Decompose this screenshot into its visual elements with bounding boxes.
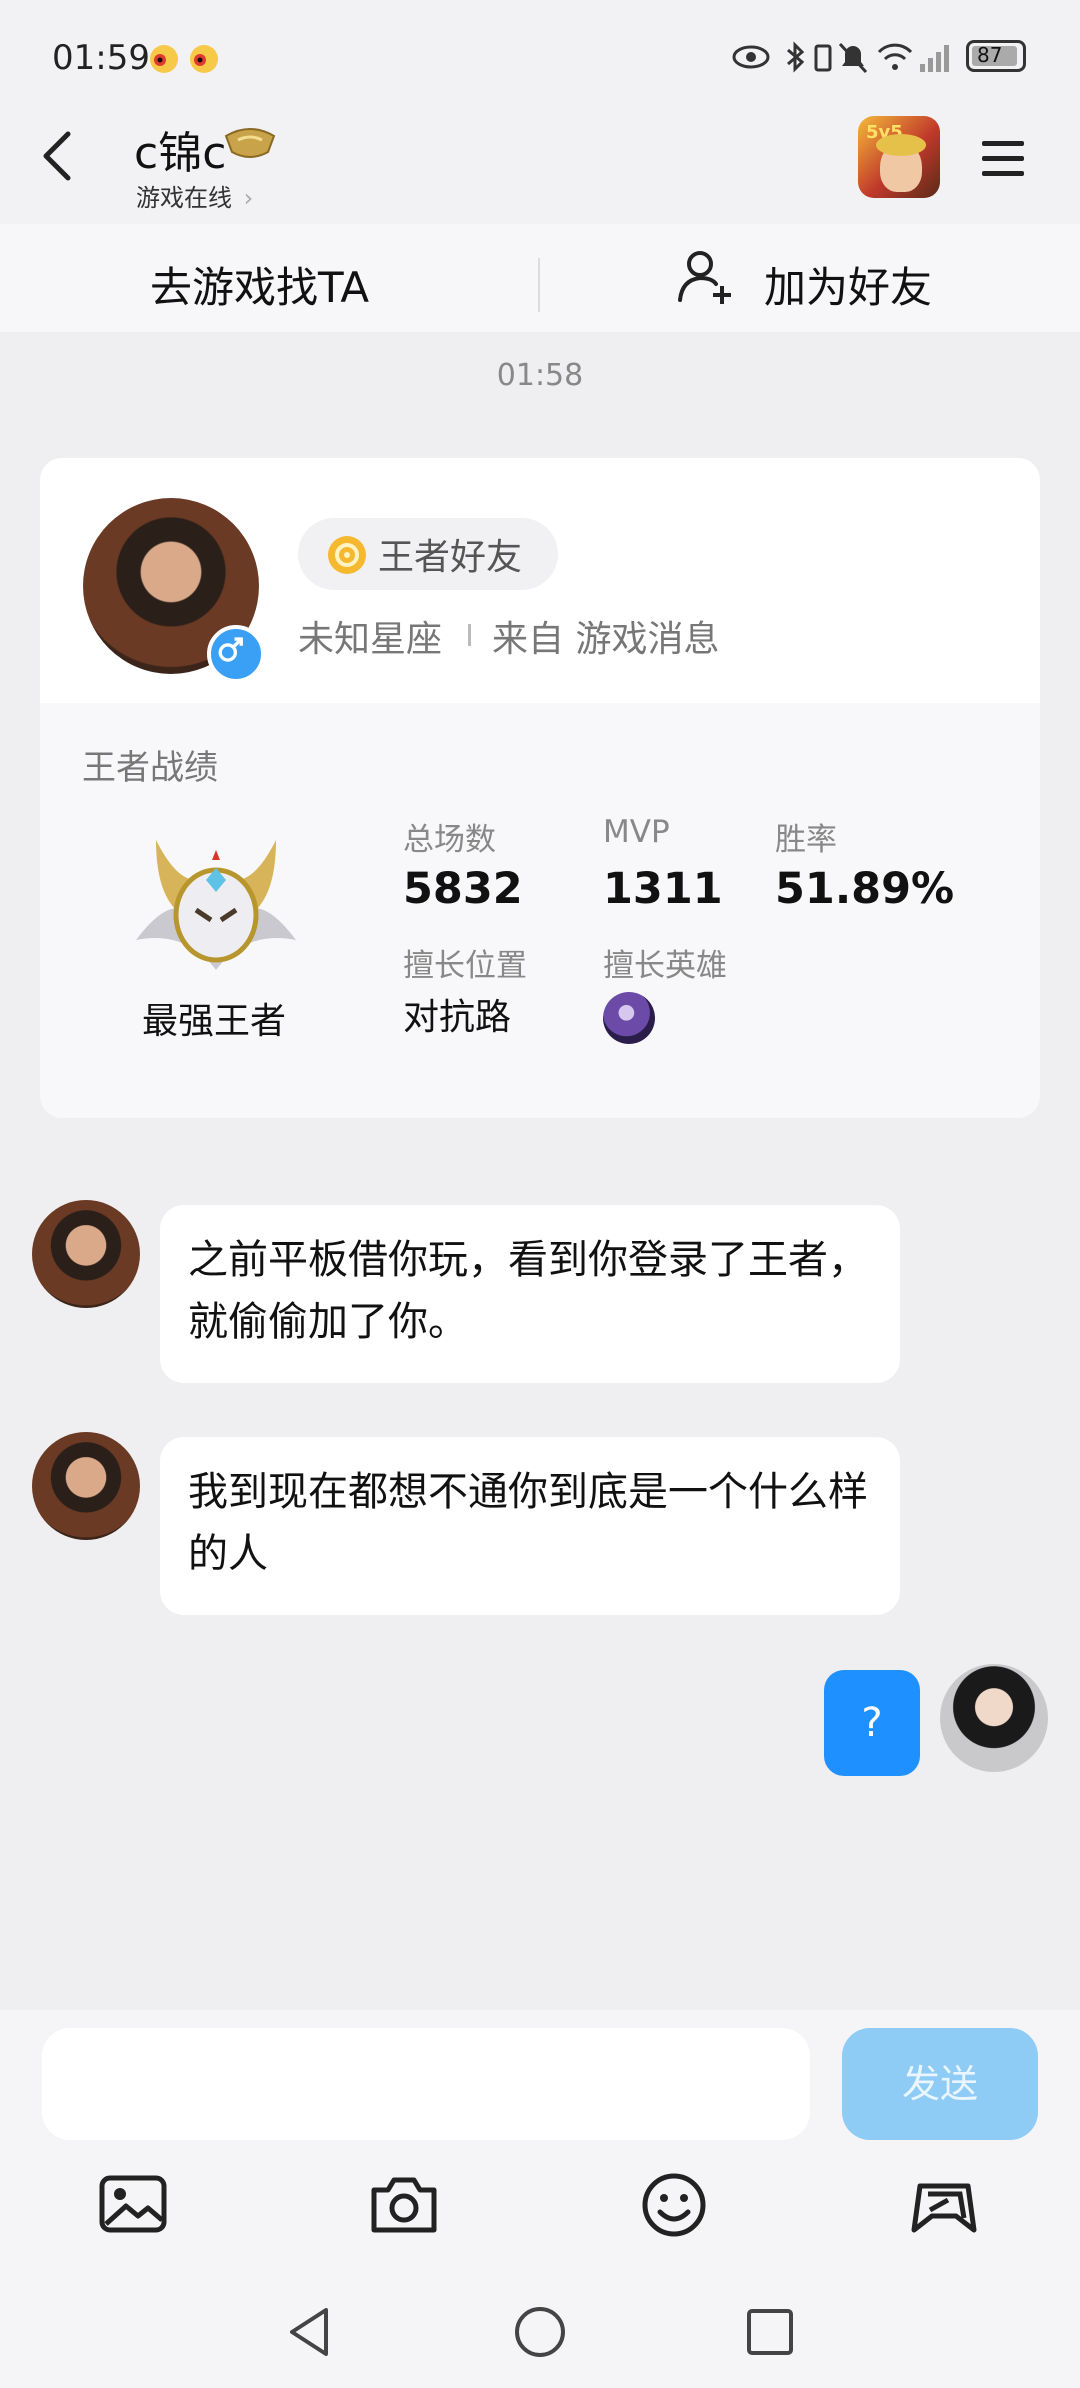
crown-badge-icon <box>224 128 276 158</box>
stat-label-winrate: 胜率 <box>775 822 837 858</box>
sender-avatar[interactable] <box>32 1432 140 1540</box>
hero-avatar[interactable] <box>603 992 655 1044</box>
sender-avatar[interactable] <box>32 1200 140 1308</box>
rank-name: 最强王者 <box>142 1001 287 1042</box>
status-time: 01:59 <box>52 38 150 78</box>
signal-icon <box>920 45 949 72</box>
divider <box>538 258 540 312</box>
hero-label: 擅长英雄 <box>603 948 727 984</box>
stat-label-total: 总场数 <box>403 822 496 858</box>
honor-of-kings-icon[interactable]: 5v5 <box>858 116 940 198</box>
message-bubble[interactable]: 我到现在都想不通你到底是一个什么样的人 <box>160 1437 900 1615</box>
home-circle-icon[interactable] <box>510 2302 570 2362</box>
message-timestamp: 01:58 <box>496 358 584 393</box>
stat-label-mvp: MVP <box>603 814 670 850</box>
message-input[interactable] <box>42 2028 810 2140</box>
rank-emblem-icon <box>136 840 296 970</box>
eye-icon <box>732 45 770 69</box>
my-avatar[interactable] <box>940 1664 1048 1772</box>
section-title: 王者战绩 <box>82 748 218 788</box>
game-profile-card[interactable]: 王者好友 未知星座 来自 游戏消息 王者战绩 最强王者 总场数 5832 MVP… <box>40 458 1040 1118</box>
back-triangle-icon[interactable] <box>280 2302 340 2362</box>
image-icon[interactable] <box>98 2172 170 2238</box>
battery-icon: 87 <box>966 40 1026 72</box>
recents-square-icon[interactable] <box>740 2302 800 2362</box>
male-gender-icon <box>207 625 265 683</box>
message-bubble[interactable]: 之前平板借你玩，看到你登录了王者，就偷偷加了你。 <box>160 1205 900 1383</box>
find-in-game-button[interactable]: 去游戏找TA <box>150 254 369 315</box>
camera-icon[interactable] <box>368 2172 440 2238</box>
add-friend-button[interactable]: 加为好友 <box>764 254 932 315</box>
my-message-bubble[interactable]: ? <box>824 1670 920 1776</box>
menu-icon[interactable] <box>980 138 1026 178</box>
stat-value-total: 5832 <box>403 864 523 914</box>
battery-level: 87 <box>977 43 1003 67</box>
gamepad-icon[interactable] <box>908 2172 980 2238</box>
online-status[interactable]: 游戏在线 › <box>136 178 253 213</box>
chevron-right-icon: › <box>243 184 254 212</box>
weibo-icon <box>150 45 178 73</box>
bell-off-icon <box>838 42 868 74</box>
weibo-icon <box>190 45 218 73</box>
zodiac-label: 未知星座 <box>298 619 443 660</box>
source-label: 来自 游戏消息 <box>492 619 720 660</box>
online-status-label: 游戏在线 <box>136 184 232 212</box>
add-friend-icon[interactable] <box>676 246 736 306</box>
wifi-icon <box>877 43 913 70</box>
stat-value-mvp: 1311 <box>603 864 723 914</box>
stat-value-winrate: 51.89% <box>775 864 955 914</box>
contact-name[interactable]: c锦c <box>134 117 226 181</box>
emoji-icon[interactable] <box>638 2172 710 2238</box>
info-separator <box>468 624 471 646</box>
send-button[interactable]: 发送 <box>842 2028 1038 2140</box>
kings-logo-icon <box>328 536 366 574</box>
back-icon[interactable] <box>38 128 78 184</box>
friend-tag-label: 王者好友 <box>378 537 523 578</box>
position-label: 擅长位置 <box>403 948 527 984</box>
position-value: 对抗路 <box>403 997 512 1038</box>
